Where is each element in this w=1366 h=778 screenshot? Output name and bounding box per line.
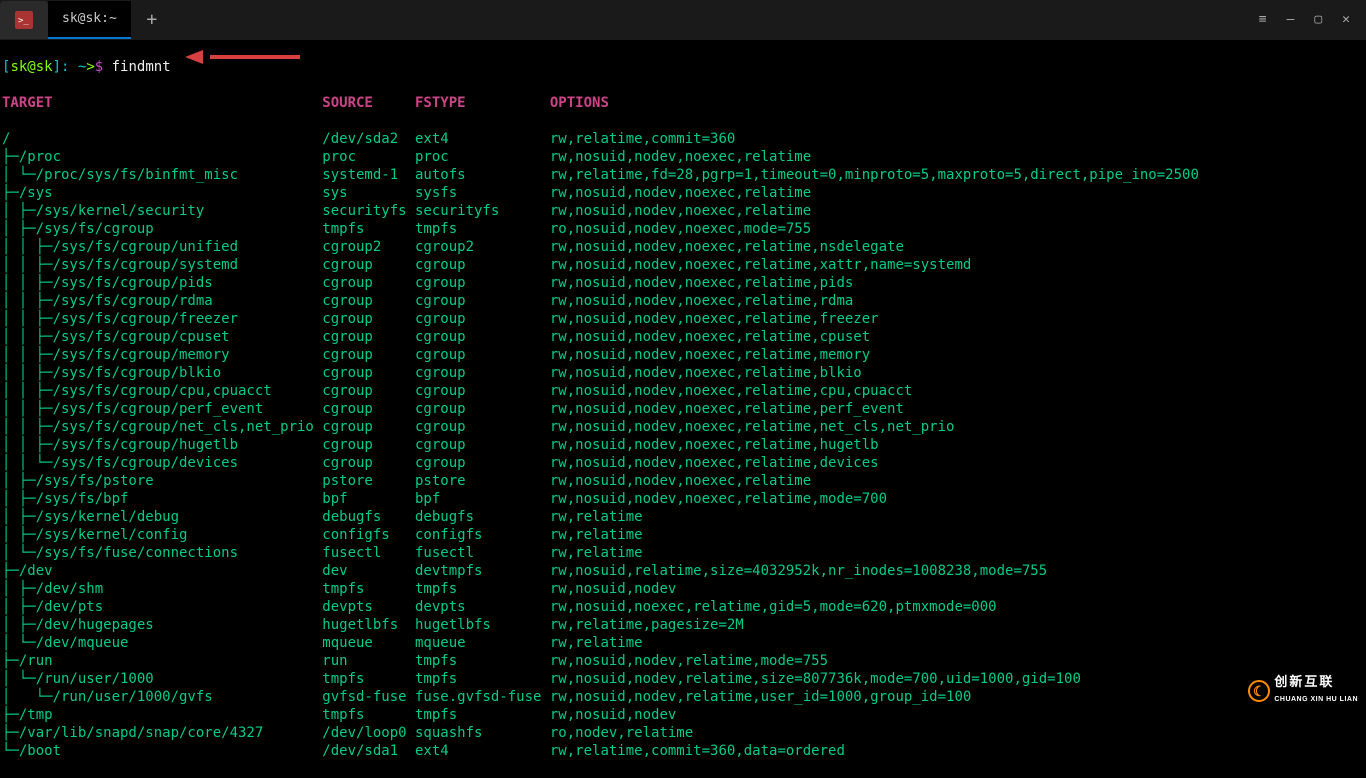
mount-row: │ ├─/dev/shm tmpfs tmpfs rw,nosuid,nodev <box>2 580 1364 598</box>
command-text: findmnt <box>112 59 171 75</box>
mount-row: │ │ ├─/sys/fs/cgroup/unified cgroup2 cgr… <box>2 238 1364 256</box>
tab-terminal-icon[interactable] <box>0 1 48 39</box>
titlebar: sk@sk:~ + ≡ — ▢ ✕ <box>0 0 1366 40</box>
watermark: ☾ 创新互联 CHUANG XIN HU LIAN <box>1248 673 1358 709</box>
mount-row: │ ├─/dev/hugepages hugetlbfs hugetlbfs r… <box>2 616 1364 634</box>
mount-row: ├─/run run tmpfs rw,nosuid,nodev,relatim… <box>2 652 1364 670</box>
mount-row: │ │ ├─/sys/fs/cgroup/cpu,cpuacct cgroup … <box>2 382 1364 400</box>
mount-row: ├─/sys sys sysfs rw,nosuid,nodev,noexec,… <box>2 184 1364 202</box>
mount-row: │ │ ├─/sys/fs/cgroup/memory cgroup cgrou… <box>2 346 1364 364</box>
terminal-output[interactable]: [sk@sk]: ~>$ findmnt TARGET SOURCE FSTYP… <box>0 40 1366 778</box>
mount-row: ├─/dev dev devtmpfs rw,nosuid,relatime,s… <box>2 562 1364 580</box>
mount-row: │ ├─/dev/pts devpts devpts rw,nosuid,noe… <box>2 598 1364 616</box>
maximize-button[interactable]: ▢ <box>1314 11 1322 29</box>
mount-rows: / /dev/sda2 ext4 rw,relatime,commit=360├… <box>2 130 1364 760</box>
mount-row: │ │ └─/sys/fs/cgroup/devices cgroup cgro… <box>2 454 1364 472</box>
mount-row: │ ├─/sys/kernel/debug debugfs debugfs rw… <box>2 508 1364 526</box>
mount-row: │ │ ├─/sys/fs/cgroup/blkio cgroup cgroup… <box>2 364 1364 382</box>
plus-icon: + <box>146 11 157 29</box>
mount-row: │ ├─/sys/fs/cgroup tmpfs tmpfs ro,nosuid… <box>2 220 1364 238</box>
mount-row: │ └─/run/user/1000 tmpfs tmpfs rw,nosuid… <box>2 670 1364 688</box>
mount-row: │ │ ├─/sys/fs/cgroup/systemd cgroup cgro… <box>2 256 1364 274</box>
mount-row: / /dev/sda2 ext4 rw,relatime,commit=360 <box>2 130 1364 148</box>
window-controls: ≡ — ▢ ✕ <box>1259 11 1366 29</box>
menu-icon[interactable]: ≡ <box>1259 11 1267 29</box>
mount-row: │ │ ├─/sys/fs/cgroup/net_cls,net_prio cg… <box>2 418 1364 436</box>
watermark-logo-icon: ☾ <box>1248 680 1270 702</box>
mount-row: │ │ ├─/sys/fs/cgroup/perf_event cgroup c… <box>2 400 1364 418</box>
mount-row: │ ├─/sys/kernel/security securityfs secu… <box>2 202 1364 220</box>
mount-row: ├─/var/lib/snapd/snap/core/4327 /dev/loo… <box>2 724 1364 742</box>
mount-row: │ │ ├─/sys/fs/cgroup/freezer cgroup cgro… <box>2 310 1364 328</box>
minimize-button[interactable]: — <box>1287 11 1295 29</box>
mount-row: │ └─/proc/sys/fs/binfmt_misc systemd-1 a… <box>2 166 1364 184</box>
terminal-icon <box>15 11 33 29</box>
watermark-text-bottom: CHUANG XIN HU LIAN <box>1274 691 1358 709</box>
mount-row: ├─/proc proc proc rw,nosuid,nodev,noexec… <box>2 148 1364 166</box>
mount-row: │ │ ├─/sys/fs/cgroup/pids cgroup cgroup … <box>2 274 1364 292</box>
annotation-arrow <box>185 50 300 64</box>
close-button[interactable]: ✕ <box>1342 11 1350 29</box>
prompt-line: [sk@sk]: ~>$ findmnt <box>2 58 1364 76</box>
mount-row: │ └─/dev/mqueue mqueue mqueue rw,relatim… <box>2 634 1364 652</box>
watermark-text-top: 创新互联 <box>1274 673 1358 691</box>
new-tab-button[interactable]: + <box>131 1 173 39</box>
mount-row: │ │ ├─/sys/fs/cgroup/hugetlb cgroup cgro… <box>2 436 1364 454</box>
mount-row: │ └─/sys/fs/fuse/connections fusectl fus… <box>2 544 1364 562</box>
mount-row: │ │ ├─/sys/fs/cgroup/rdma cgroup cgroup … <box>2 292 1364 310</box>
mount-row: │ │ ├─/sys/fs/cgroup/cpuset cgroup cgrou… <box>2 328 1364 346</box>
mount-row: │ ├─/sys/fs/bpf bpf bpf rw,nosuid,nodev,… <box>2 490 1364 508</box>
mount-row: │ └─/run/user/1000/gvfs gvfsd-fuse fuse.… <box>2 688 1364 706</box>
tab-active[interactable]: sk@sk:~ <box>48 1 131 39</box>
column-headers: TARGET SOURCE FSTYPE OPTIONS <box>2 94 1364 112</box>
mount-row: ├─/tmp tmpfs tmpfs rw,nosuid,nodev <box>2 706 1364 724</box>
mount-row: └─/boot /dev/sda1 ext4 rw,relatime,commi… <box>2 742 1364 760</box>
mount-row: │ ├─/sys/kernel/config configfs configfs… <box>2 526 1364 544</box>
mount-row: │ ├─/sys/fs/pstore pstore pstore rw,nosu… <box>2 472 1364 490</box>
tab-label: sk@sk:~ <box>62 10 117 28</box>
